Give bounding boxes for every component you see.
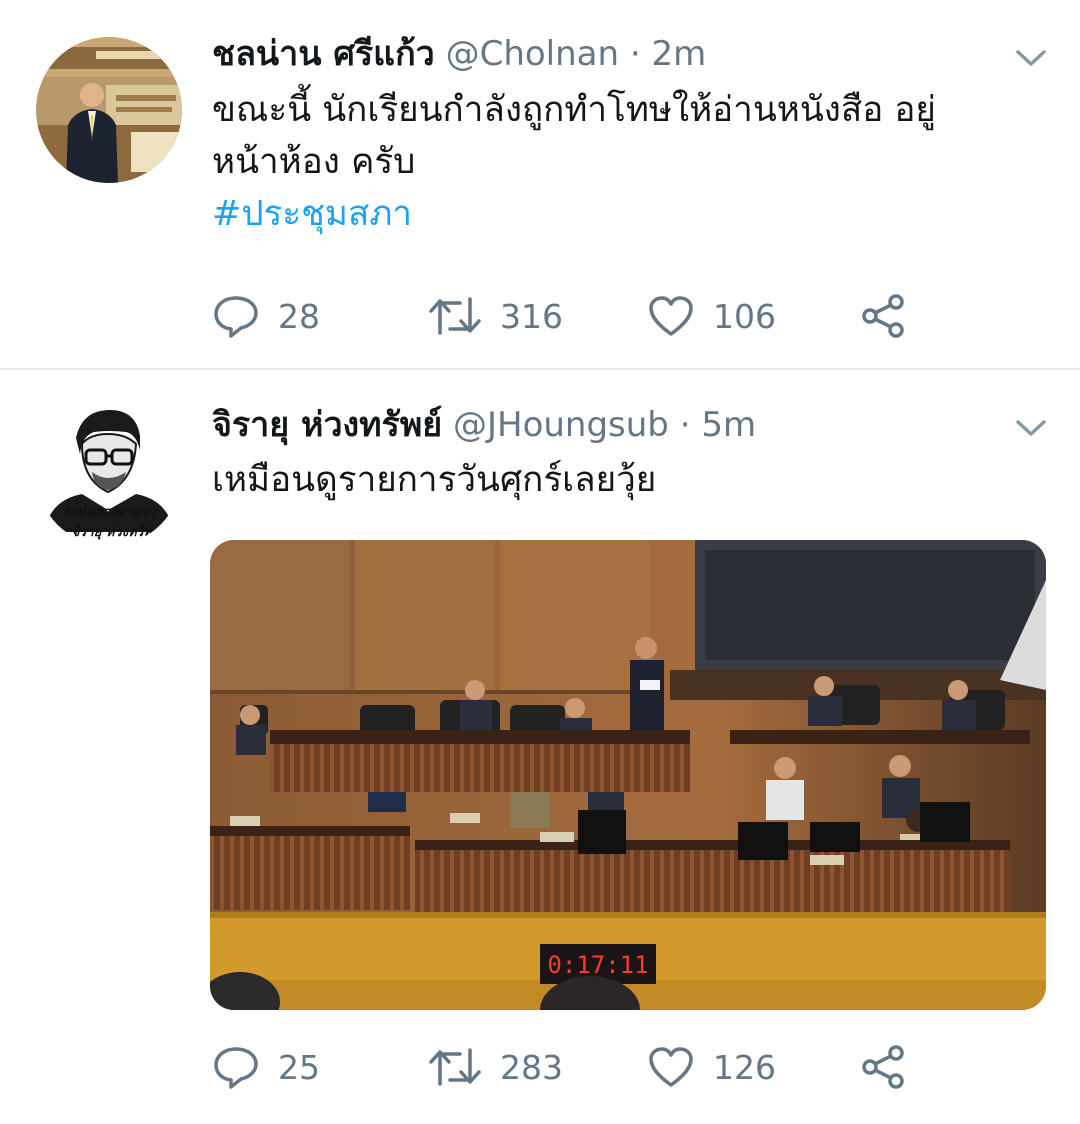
timestamp[interactable]: 2m bbox=[652, 34, 707, 74]
clock-display: 0:17:11 bbox=[547, 951, 648, 979]
author-handle[interactable]: @JHoungsub bbox=[453, 405, 669, 445]
avatar-caption-line2: จิรายุ ห่วงทรัพ bbox=[72, 525, 154, 540]
retweet-button[interactable]: 283 bbox=[428, 1042, 563, 1092]
more-options-button[interactable] bbox=[1014, 416, 1048, 440]
chevron-down-icon bbox=[1016, 420, 1046, 436]
like-icon bbox=[649, 296, 693, 336]
avatar-cholnan[interactable] bbox=[36, 37, 182, 183]
retweet-icon bbox=[429, 297, 481, 335]
tweet-text: ขณะนี้ นักเรียนกำลังถูกทำโทษให้อ่านหนังส… bbox=[212, 84, 1042, 240]
reply-button[interactable]: 28 bbox=[212, 291, 320, 341]
avatar-jhoungsub[interactable]: รักษ์คลองสามวา จิรายุ ห่วงทรัพ bbox=[36, 400, 182, 546]
tweet-header: จิรายุ ห่วงทรัพย์ @JHoungsub · 5m bbox=[212, 405, 756, 445]
separator-dot: · bbox=[629, 34, 641, 74]
like-count: 106 bbox=[713, 296, 776, 336]
share-icon bbox=[862, 294, 904, 338]
hashtag-link[interactable]: #ประชุมสภา bbox=[212, 188, 1042, 240]
avatar-caption-line1: รักษ์คลองสามวา bbox=[63, 504, 156, 520]
more-options-button[interactable] bbox=[1014, 46, 1048, 70]
author-handle[interactable]: @Cholnan bbox=[446, 34, 619, 74]
author-name[interactable]: จิรายุ ห่วงทรัพย์ bbox=[212, 405, 442, 445]
tweet-text-line: เหมือนดูรายการวันศุกร์เลยวุ้ย bbox=[212, 460, 657, 500]
retweet-count: 316 bbox=[500, 296, 563, 336]
timestamp[interactable]: 5m bbox=[701, 405, 756, 445]
share-button[interactable] bbox=[860, 1042, 908, 1092]
like-icon bbox=[649, 1047, 693, 1087]
retweet-count: 283 bbox=[500, 1047, 563, 1087]
parliament-session-image: 0:17:11 bbox=[210, 540, 1046, 1010]
tweet-text-line: หน้าห้อง ครับ bbox=[212, 142, 416, 182]
chevron-down-icon bbox=[1016, 50, 1046, 66]
share-button[interactable] bbox=[860, 291, 908, 341]
reply-icon bbox=[214, 1047, 258, 1089]
reply-count: 25 bbox=[278, 1047, 320, 1087]
retweet-button[interactable]: 316 bbox=[428, 291, 563, 341]
like-button[interactable]: 126 bbox=[647, 1042, 776, 1092]
reply-count: 28 bbox=[278, 296, 320, 336]
like-count: 126 bbox=[713, 1047, 776, 1087]
tweet-photo[interactable]: 0:17:11 bbox=[210, 540, 1046, 1010]
tweet-header: ชลน่าน ศรีแก้ว @Cholnan · 2m bbox=[212, 34, 706, 74]
retweet-icon bbox=[429, 1048, 481, 1086]
tweet-1[interactable]: ชลน่าน ศรีแก้ว @Cholnan · 2m ขณะนี้ นักเ… bbox=[0, 0, 1080, 368]
tweet-text-line: ขณะนี้ นักเรียนกำลังถูกทำโทษให้อ่านหนังส… bbox=[212, 90, 936, 130]
author-name[interactable]: ชลน่าน ศรีแก้ว bbox=[212, 34, 435, 74]
reply-button[interactable]: 25 bbox=[212, 1042, 320, 1092]
share-icon bbox=[862, 1045, 904, 1089]
like-button[interactable]: 106 bbox=[647, 291, 776, 341]
reply-icon bbox=[214, 296, 258, 338]
tweet-text: เหมือนดูรายการวันศุกร์เลยวุ้ย bbox=[212, 454, 1042, 506]
separator-dot: · bbox=[679, 405, 691, 445]
